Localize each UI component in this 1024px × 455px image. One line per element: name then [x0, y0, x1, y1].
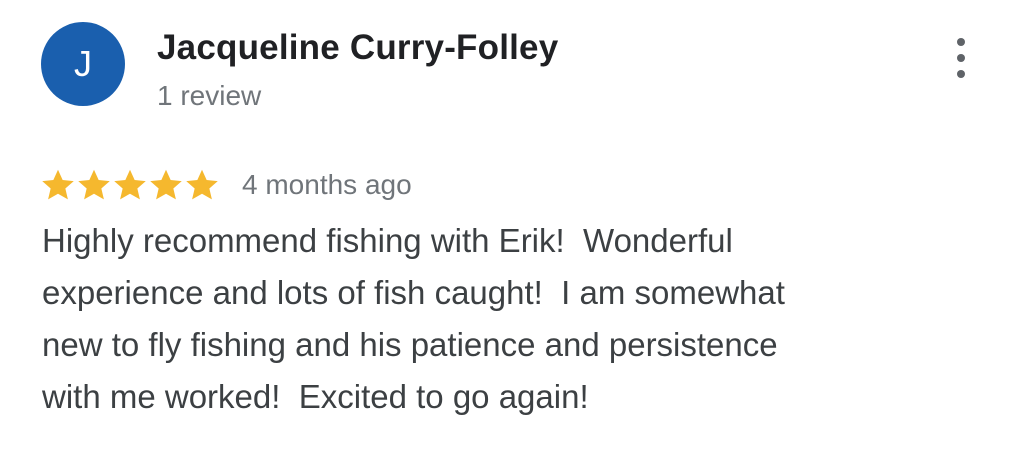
star-icon [114, 169, 146, 200]
more-vert-icon-dot [957, 54, 965, 62]
author-name[interactable]: Jacqueline Curry-Folley [157, 28, 558, 68]
more-options-button[interactable] [944, 36, 978, 80]
more-vert-icon-dot [957, 70, 965, 78]
review-count[interactable]: 1 review [157, 80, 261, 112]
star-icon [186, 169, 218, 200]
more-vert-icon-dot [957, 38, 965, 46]
star-rating [40, 167, 220, 203]
review-text-line: new to fly fishing and his patience and … [42, 326, 778, 363]
review-timestamp: 4 months ago [242, 169, 412, 200]
star-icon [42, 169, 74, 200]
review-card: J Jacqueline Curry-Folley 1 review 4 mon… [0, 0, 1024, 455]
star-icon [78, 169, 110, 200]
avatar-initial: J [74, 43, 92, 84]
star-icon [150, 169, 182, 200]
review-text-line: Highly recommend fishing with Erik! Wond… [42, 222, 733, 259]
review-text: Highly recommend fishing with Erik! Wond… [42, 215, 942, 423]
avatar[interactable]: J [41, 22, 125, 106]
review-text-line: experience and lots of fish caught! I am… [42, 274, 785, 311]
rating-row: 4 months ago [40, 164, 412, 206]
review-text-line: with me worked! Excited to go again! [42, 378, 589, 415]
